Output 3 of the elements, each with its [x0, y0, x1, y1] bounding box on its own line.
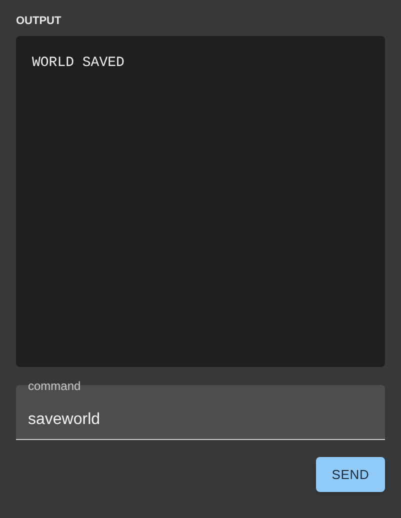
send-button[interactable]: SEND: [316, 457, 385, 492]
output-label: OUTPUT: [16, 15, 62, 28]
output-text: WORLD SAVED: [32, 54, 126, 72]
